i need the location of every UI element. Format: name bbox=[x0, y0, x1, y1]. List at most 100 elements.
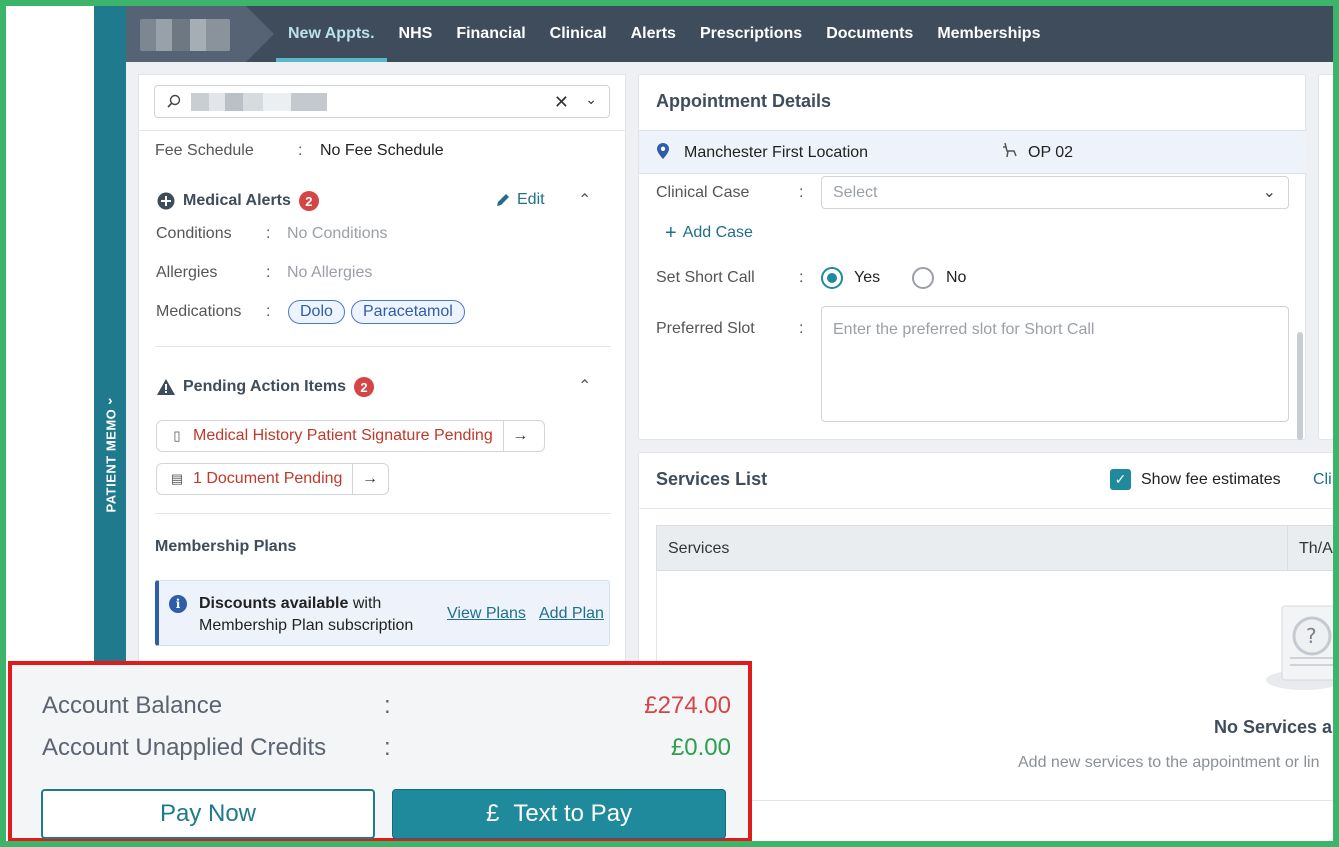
tab-financial[interactable]: Financial bbox=[444, 6, 537, 62]
pending-action-label: Medical History Patient Signature Pendin… bbox=[193, 427, 493, 444]
colon: : bbox=[266, 225, 271, 242]
fee-schedule-value: No Fee Schedule bbox=[320, 142, 444, 159]
view-plans-link[interactable]: View Plans bbox=[447, 605, 526, 623]
colon: : bbox=[266, 303, 271, 320]
account-balance-value: £274.00 bbox=[644, 692, 731, 719]
colon: : bbox=[799, 269, 804, 286]
pending-actions-heading: Pending Action Items 2 bbox=[157, 377, 374, 397]
empty-state-subtitle: Add new services to the appointment or l… bbox=[1018, 754, 1320, 771]
dental-chair-icon bbox=[1003, 142, 1017, 158]
chevron-down-icon[interactable]: ⌄ bbox=[585, 91, 597, 108]
patient-memo-toggle[interactable]: PATIENT MEMO › bbox=[94, 385, 126, 525]
app-viewport: PATIENT MEMO › New Appts. NHS Financial … bbox=[6, 6, 1333, 841]
column-divider bbox=[1287, 526, 1288, 572]
clear-icon[interactable]: ✕ bbox=[554, 92, 569, 113]
empty-document-icon: ? bbox=[1266, 605, 1333, 690]
medical-alerts-heading: Medical Alerts 2 bbox=[157, 191, 319, 211]
pending-actions-title: Pending Action Items bbox=[183, 378, 346, 395]
edit-label: Edit bbox=[517, 191, 545, 208]
side-card bbox=[1318, 74, 1333, 440]
top-nav: New Appts. NHS Financial Clinical Alerts… bbox=[126, 6, 1333, 62]
arrow-right-icon[interactable]: → bbox=[502, 421, 537, 451]
patient-search-value-blurred bbox=[191, 93, 327, 111]
membership-discount-notice: i Discounts available with Membership Pl… bbox=[155, 580, 610, 646]
empty-state-title: No Services a bbox=[1214, 717, 1333, 737]
show-fee-estimates-toggle[interactable]: ✓ Show fee estimates bbox=[1110, 469, 1281, 490]
allergies-value: No Allergies bbox=[287, 264, 373, 281]
preferred-slot-textarea[interactable]: Enter the preferred slot for Short Call bbox=[821, 306, 1289, 422]
fee-schedule-label: Fee Schedule bbox=[155, 142, 254, 159]
colon: : bbox=[384, 692, 391, 719]
add-plan-link[interactable]: Add Plan bbox=[539, 605, 604, 623]
chair-name: OP 02 bbox=[1028, 144, 1074, 161]
text-to-pay-button[interactable]: £ Text to Pay bbox=[392, 789, 726, 839]
unapplied-credits-value: £0.00 bbox=[670, 734, 731, 761]
arrow-right-icon[interactable]: → bbox=[352, 464, 386, 494]
tab-alerts[interactable]: Alerts bbox=[619, 6, 688, 62]
col-services: Services bbox=[668, 540, 730, 557]
search-icon bbox=[167, 94, 181, 108]
svg-text:?: ? bbox=[1306, 624, 1317, 648]
services-table-header: Services Th/A bbox=[656, 525, 1333, 572]
add-case-button[interactable]: + Add Case bbox=[665, 223, 753, 243]
pending-action-item[interactable]: ▤ 1 Document Pending → bbox=[156, 463, 389, 495]
medical-alerts-count-badge: 2 bbox=[298, 191, 319, 211]
divider bbox=[138, 130, 626, 131]
colon: : bbox=[799, 184, 804, 201]
chevron-down-icon: ⌄ bbox=[1262, 184, 1276, 201]
clipboard-icon: ▯ bbox=[173, 428, 181, 443]
add-case-label: Add Case bbox=[682, 224, 753, 241]
medication-pill[interactable]: Dolo bbox=[288, 300, 345, 324]
scrollbar[interactable] bbox=[1297, 332, 1303, 440]
edit-medical-alerts-link[interactable]: Edit bbox=[495, 191, 545, 209]
conditions-label: Conditions bbox=[156, 225, 232, 242]
checkbox-checked-icon[interactable]: ✓ bbox=[1110, 469, 1131, 490]
account-summary-panel: Account Balance : £274.00 Account Unappl… bbox=[8, 661, 752, 841]
appointment-details-title: Appointment Details bbox=[656, 91, 832, 111]
colon: : bbox=[266, 264, 271, 281]
divider bbox=[639, 508, 1333, 509]
medications-label: Medications bbox=[156, 303, 242, 320]
short-call-yes-label: Yes bbox=[854, 269, 881, 286]
patient-name-blurred bbox=[140, 19, 230, 51]
conditions-value: No Conditions bbox=[287, 225, 388, 242]
services-list-title: Services List bbox=[656, 469, 768, 489]
map-pin-icon bbox=[657, 143, 669, 159]
short-call-yes-radio[interactable] bbox=[821, 267, 843, 289]
chevron-right-icon: › bbox=[107, 392, 113, 409]
tab-documents[interactable]: Documents bbox=[814, 6, 925, 62]
location-strip: Manchester First Location OP 02 bbox=[639, 130, 1306, 174]
account-balance-label: Account Balance bbox=[42, 692, 223, 719]
col-th: Th/A bbox=[1299, 540, 1333, 557]
chevron-up-icon[interactable]: ⌃ bbox=[578, 376, 591, 396]
tab-nhs[interactable]: NHS bbox=[387, 6, 445, 62]
medication-pill[interactable]: Paracetamol bbox=[351, 300, 465, 324]
warning-icon bbox=[157, 379, 175, 395]
truncated-link[interactable]: Cli bbox=[1313, 471, 1332, 489]
colon: : bbox=[384, 734, 391, 761]
colon: : bbox=[799, 320, 804, 337]
clinical-case-placeholder: Select bbox=[833, 184, 878, 201]
allergies-label: Allergies bbox=[156, 264, 218, 281]
chevron-up-icon[interactable]: ⌃ bbox=[578, 190, 591, 210]
patient-memo-label: PATIENT MEMO bbox=[102, 408, 118, 513]
nav-tabs: New Appts. NHS Financial Clinical Alerts… bbox=[276, 6, 1052, 62]
tab-memberships[interactable]: Memberships bbox=[925, 6, 1052, 62]
membership-discount-text: Discounts available with Membership Plan… bbox=[199, 595, 414, 634]
membership-plans-title: Membership Plans bbox=[155, 538, 297, 555]
text-to-pay-label: Text to Pay bbox=[513, 800, 633, 827]
short-call-no-radio[interactable] bbox=[912, 267, 934, 289]
colon: : bbox=[298, 142, 303, 159]
preferred-slot-label: Preferred Slot bbox=[656, 320, 755, 337]
divider bbox=[155, 513, 611, 514]
medical-alerts-title: Medical Alerts bbox=[183, 192, 291, 209]
document-icon: ▤ bbox=[170, 471, 184, 486]
clinical-case-select[interactable]: Select ⌄ bbox=[821, 176, 1289, 209]
preferred-slot-placeholder: Enter the preferred slot for Short Call bbox=[833, 321, 1095, 338]
tab-prescriptions[interactable]: Prescriptions bbox=[688, 6, 814, 62]
tab-new-appts[interactable]: New Appts. bbox=[276, 6, 387, 62]
tab-clinical[interactable]: Clinical bbox=[538, 6, 619, 62]
patient-search-input[interactable]: ✕ ⌄ bbox=[154, 85, 610, 118]
pay-now-button[interactable]: Pay Now bbox=[41, 789, 375, 839]
pending-action-item[interactable]: ▯ Medical History Patient Signature Pend… bbox=[156, 420, 545, 452]
